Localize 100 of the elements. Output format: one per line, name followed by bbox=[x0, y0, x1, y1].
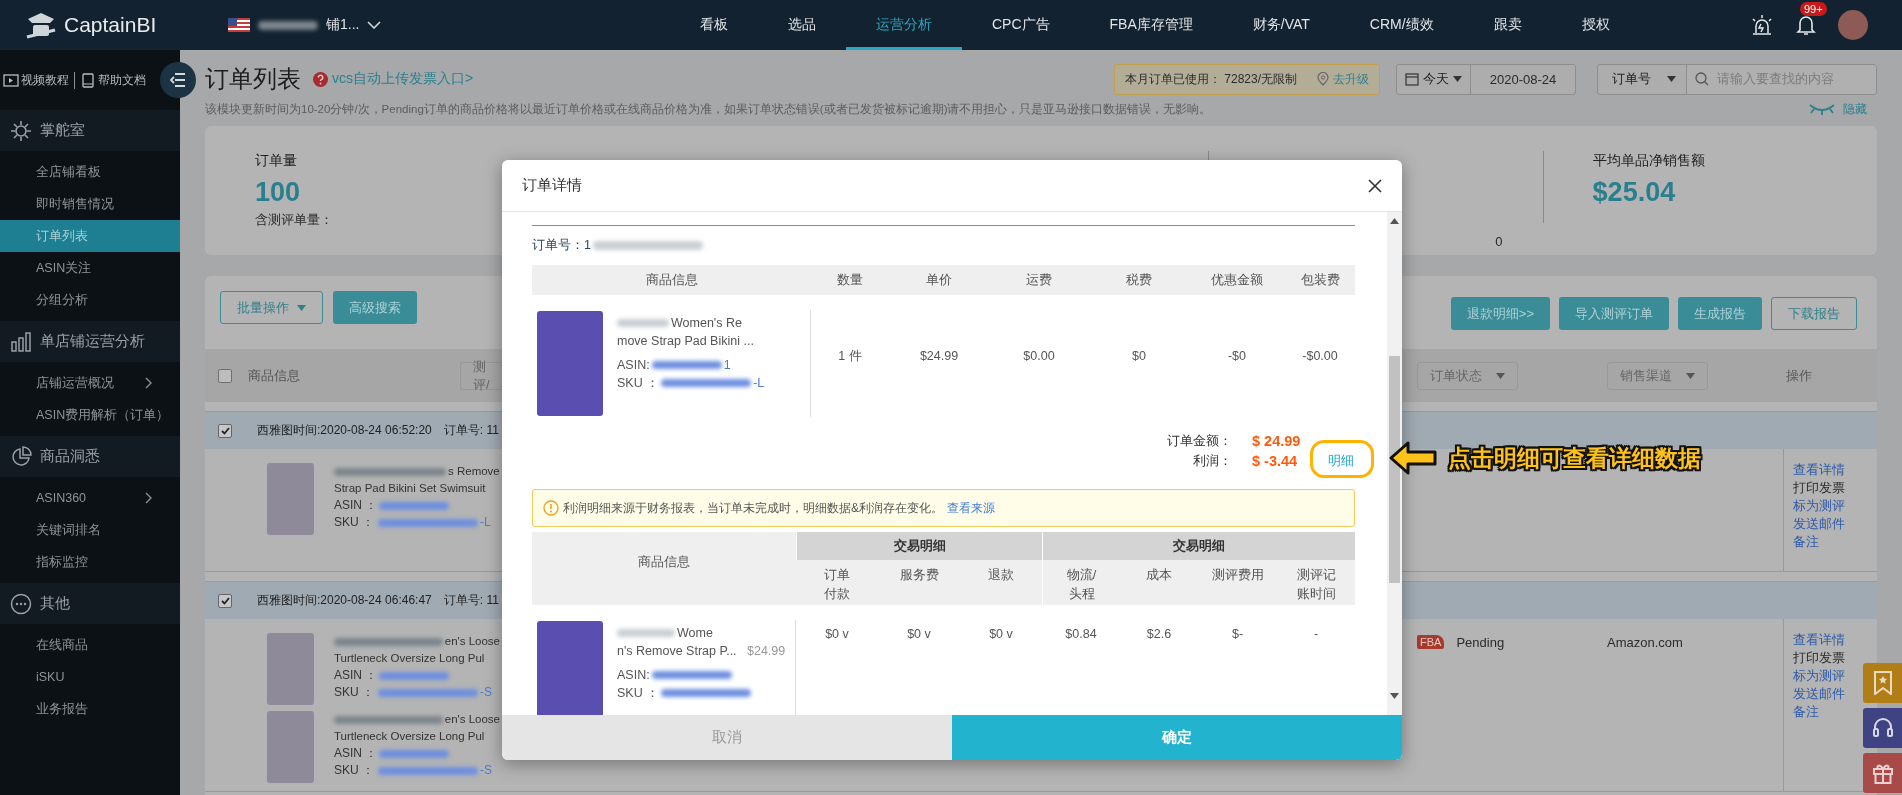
nav-tab[interactable]: 运营分析 bbox=[846, 0, 962, 50]
stat-label: 订单量 bbox=[255, 151, 298, 170]
nav-tab[interactable]: 授权 bbox=[1551, 0, 1640, 50]
action-link[interactable]: 标为测评 bbox=[1793, 667, 1845, 685]
product-price: $24.99 bbox=[747, 643, 786, 660]
sku-label: SKU ： bbox=[334, 762, 375, 779]
sku-label: SKU ： bbox=[334, 684, 375, 701]
sidebar-item[interactable]: iSKU bbox=[0, 661, 180, 693]
column-header: 服务费 bbox=[898, 567, 940, 584]
order-time: 西雅图时间:2020-08-24 06:46:47 bbox=[257, 592, 432, 609]
more-icon bbox=[10, 592, 32, 615]
sku-label: SKU ： bbox=[617, 685, 660, 702]
stat-sublabel: 含测评单量： bbox=[255, 211, 334, 229]
action-link[interactable]: 备注 bbox=[1793, 533, 1819, 551]
warning-icon bbox=[543, 500, 559, 516]
sidebar-section-header[interactable]: 商品洞悉 bbox=[0, 436, 180, 477]
chevron-down-icon[interactable] bbox=[367, 21, 382, 29]
product-title: move Strap Pad Bikini ... bbox=[617, 333, 754, 350]
left-arrow-icon bbox=[1388, 440, 1438, 476]
nav-tab[interactable]: 跟卖 bbox=[1463, 0, 1552, 50]
sidebar-item[interactable]: ASIN360 bbox=[0, 482, 180, 514]
table-cell-text: $0 v bbox=[824, 626, 850, 643]
pie-chart-icon bbox=[10, 445, 32, 468]
avatar[interactable] bbox=[1838, 10, 1868, 40]
checkbox[interactable] bbox=[218, 593, 232, 608]
column-header: 订单付款 bbox=[823, 567, 851, 603]
sku-label: SKU ： bbox=[334, 514, 375, 531]
sidebar-item[interactable]: 全店铺看板 bbox=[0, 156, 180, 188]
order-status: Pending bbox=[1456, 635, 1505, 650]
nav-tab[interactable]: 看板 bbox=[670, 0, 758, 50]
sidebar-section-header[interactable]: 单店铺运营分析 bbox=[0, 321, 180, 362]
redacted-text bbox=[379, 501, 450, 510]
support-button[interactable] bbox=[1863, 708, 1902, 748]
redacted-text bbox=[258, 20, 318, 30]
view-source-link[interactable]: 查看来源 bbox=[947, 499, 995, 517]
action-text[interactable]: 打印发票 bbox=[1793, 649, 1845, 667]
sidebar-item[interactable]: 即时销售情况 bbox=[0, 188, 180, 220]
sidebar-item[interactable]: 业务报告 bbox=[0, 693, 180, 725]
sku-label: SKU ： bbox=[617, 375, 660, 392]
total-value: $ 24.99 bbox=[1252, 432, 1302, 451]
stat-value: 100 bbox=[255, 176, 302, 209]
help-link[interactable]: 视频教程 bbox=[3, 71, 69, 89]
column-header: 单价 bbox=[889, 265, 989, 295]
order-number: 订单号: 11 bbox=[443, 592, 499, 609]
checkbox[interactable] bbox=[218, 368, 232, 383]
gift-button[interactable] bbox=[1863, 753, 1902, 793]
nav-tab[interactable]: CPC广告 bbox=[962, 0, 1080, 50]
product-title: Turtleneck Oversize Long Pul bbox=[334, 729, 485, 744]
alarm-light-icon[interactable] bbox=[1750, 13, 1774, 37]
column-header: 操作 bbox=[1785, 366, 1812, 385]
sidebar-item[interactable]: 分组分析 bbox=[0, 284, 180, 316]
sidebar-item[interactable]: 指标监控 bbox=[0, 546, 180, 578]
asin-link[interactable]: 1 bbox=[723, 356, 731, 374]
action-link[interactable]: 发送邮件 bbox=[1793, 685, 1845, 703]
column-header: 商品信息 bbox=[532, 265, 811, 295]
help-link[interactable]: 帮助文档 bbox=[74, 71, 146, 89]
total-label: 利润： bbox=[1192, 453, 1233, 470]
nav-tab[interactable]: CRM/绩效 bbox=[1339, 0, 1464, 50]
column-header: 退款 bbox=[987, 567, 1015, 584]
column-header: 商品信息 bbox=[532, 532, 796, 605]
nav-tab[interactable]: 选品 bbox=[758, 0, 846, 50]
table-cell-text: $0 v bbox=[988, 626, 1014, 643]
photo-placeholder bbox=[267, 711, 314, 783]
quota-text: 本月订单已使用： 72823/无限制 bbox=[1125, 70, 1298, 88]
bookmark-button[interactable] bbox=[1863, 663, 1902, 703]
sidebar-section-header[interactable]: 其他 bbox=[0, 583, 180, 624]
sidebar-item[interactable]: ASIN费用解析（订单） bbox=[0, 399, 180, 431]
bell-icon[interactable] bbox=[1796, 14, 1816, 36]
column-header: 成本 bbox=[1145, 567, 1173, 584]
sidebar-item[interactable]: 关键词排名 bbox=[0, 514, 180, 546]
sku-link[interactable]: -L bbox=[753, 374, 765, 392]
table-cell-text: 1 件 bbox=[837, 347, 863, 365]
action-text[interactable]: 打印发票 bbox=[1793, 479, 1845, 497]
sidebar-toggle-button[interactable] bbox=[160, 62, 196, 98]
flag-icon bbox=[228, 18, 250, 32]
action-link[interactable]: 标为测评 bbox=[1793, 497, 1845, 515]
action-link[interactable]: 查看详情 bbox=[1793, 631, 1845, 649]
product-title: Wome bbox=[677, 625, 713, 642]
asin-label: ASIN ： bbox=[334, 667, 378, 684]
sidebar-item[interactable]: 店铺运营概况 bbox=[0, 367, 180, 399]
asin-label: ASIN ： bbox=[334, 745, 378, 762]
nav-tab[interactable]: FBA库存管理 bbox=[1079, 0, 1223, 50]
scrollbar[interactable] bbox=[1387, 212, 1402, 715]
close-button[interactable] bbox=[1366, 176, 1384, 195]
action-link[interactable]: 查看详情 bbox=[1793, 461, 1845, 479]
sidebar-item[interactable]: ASIN关注 bbox=[0, 252, 180, 284]
column-group-header: 交易明细 bbox=[796, 532, 1042, 560]
column-header: 数量 bbox=[811, 265, 889, 295]
checkbox[interactable] bbox=[218, 423, 232, 438]
store-name[interactable]: 铺1... bbox=[326, 16, 360, 34]
action-link[interactable]: 备注 bbox=[1793, 703, 1819, 721]
column-group-header: 交易明细 bbox=[1042, 532, 1355, 560]
action-link[interactable]: 发送邮件 bbox=[1793, 515, 1845, 533]
sidebar-item[interactable]: 在线商品 bbox=[0, 629, 180, 661]
nav-tab[interactable]: 财务/VAT bbox=[1222, 0, 1340, 50]
video-icon bbox=[3, 72, 19, 88]
sidebar-section-header[interactable]: 掌舵室 bbox=[0, 110, 180, 151]
sales-channel: Amazon.com bbox=[1607, 635, 1683, 650]
asin-label: ASIN: bbox=[617, 357, 650, 374]
column-header: 商品信息 bbox=[247, 366, 300, 385]
